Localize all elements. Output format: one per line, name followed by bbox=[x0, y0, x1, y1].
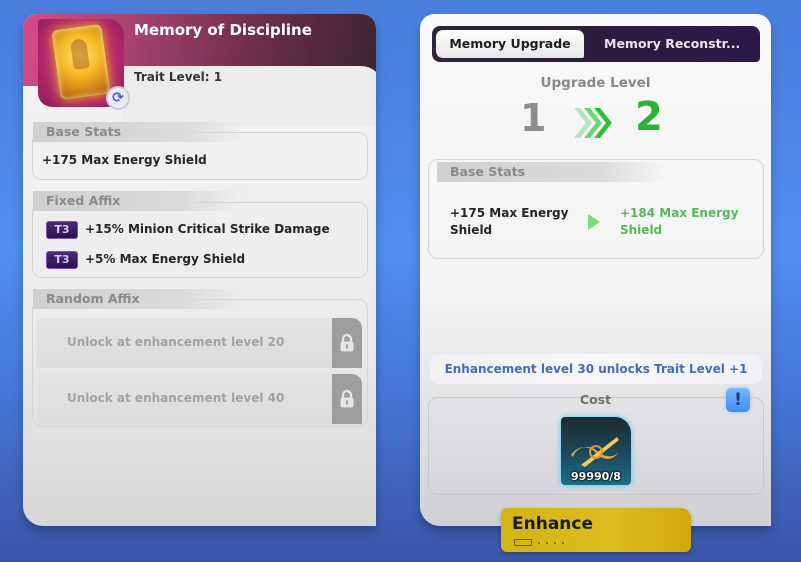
triple-chevron-icon bbox=[574, 108, 612, 138]
gold-infinity-material-icon[interactable]: 99990/8 bbox=[561, 417, 631, 485]
tier-badge: T3 bbox=[46, 251, 78, 269]
enhance-button[interactable]: Enhance bbox=[501, 508, 691, 552]
upgrade-level-label: Upgrade Level bbox=[540, 75, 651, 91]
lock-icon bbox=[332, 318, 362, 368]
upgrade-panel: Memory Upgrade Memory Reconstr... Upgrad… bbox=[420, 14, 771, 526]
locked-affix-text: Unlock at enhancement level 20 bbox=[67, 335, 285, 349]
cost-count: 99990/8 bbox=[571, 470, 621, 483]
trait-level: Trait Level: 1 bbox=[134, 70, 223, 84]
enhance-label: Enhance bbox=[512, 514, 593, 534]
random-affix-label: Random Affix bbox=[33, 289, 243, 309]
locked-affix-slot[interactable]: Unlock at enhancement level 20 bbox=[37, 318, 362, 368]
base-stats-label: Base Stats bbox=[33, 122, 243, 142]
locked-affix-text: Unlock at enhancement level 40 bbox=[67, 391, 285, 405]
fixed-affix-1: +15% Minion Critical Strike Damage bbox=[85, 222, 330, 236]
keyboard-hint-icon bbox=[514, 539, 564, 546]
arrow-right-icon bbox=[588, 214, 600, 230]
tab-memory-upgrade[interactable]: Memory Upgrade bbox=[436, 30, 584, 58]
swap-icon[interactable]: ⟳ bbox=[106, 86, 130, 110]
locked-affix-slot[interactable]: Unlock at enhancement level 40 bbox=[37, 374, 362, 424]
fixed-affix-section bbox=[32, 202, 368, 278]
next-stat: +184 Max Energy Shield bbox=[620, 206, 739, 237]
fixed-affix-2: +5% Max Energy Shield bbox=[85, 252, 246, 266]
current-stat: +175 Max Energy Shield bbox=[450, 206, 569, 237]
item-details-panel: ⟳ Memory of Discipline Trait Level: 1 Ba… bbox=[23, 14, 376, 526]
current-level: 1 bbox=[520, 96, 547, 140]
tab-memory-reconstruction[interactable]: Memory Reconstr... bbox=[592, 30, 760, 58]
tab-bar: Memory Upgrade Memory Reconstr... bbox=[432, 26, 760, 62]
next-level: 2 bbox=[635, 94, 663, 140]
unlock-notice: Enhancement level 30 unlocks Trait Level… bbox=[430, 354, 762, 384]
base-stat-value: +175 Max Energy Shield bbox=[42, 153, 207, 167]
tier-badge: T3 bbox=[46, 221, 78, 239]
info-icon[interactable]: ! bbox=[726, 388, 750, 412]
fixed-affix-label: Fixed Affix bbox=[33, 191, 243, 211]
item-title: Memory of Discipline bbox=[134, 21, 312, 39]
lock-icon bbox=[332, 374, 362, 424]
cost-label: Cost bbox=[579, 392, 612, 407]
base-stats-label: Base Stats bbox=[437, 162, 667, 182]
